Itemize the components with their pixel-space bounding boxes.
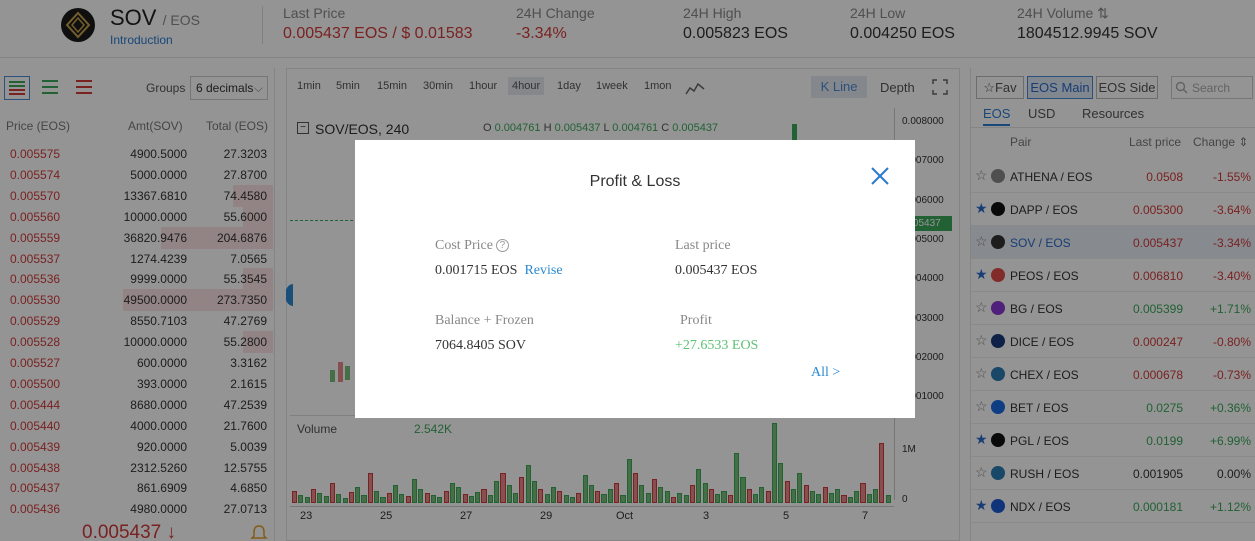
last-price-value: 0.005437 EOS: [675, 263, 758, 278]
profit-loss-dialog: Profit & Loss Cost Price? 0.001715 EOS R…: [355, 140, 915, 418]
cost-price-value: 0.001715 EOS: [435, 263, 518, 278]
cost-price-label: Cost Price?: [435, 238, 509, 254]
help-icon[interactable]: ?: [495, 239, 509, 252]
revise-link[interactable]: Revise: [524, 263, 562, 278]
close-icon[interactable]: [868, 164, 892, 188]
profit-label: Profit: [680, 313, 712, 328]
cost-price-row: 0.001715 EOS Revise: [435, 263, 563, 279]
profit-value: +27.6533 EOS: [675, 338, 759, 353]
all-link[interactable]: All >: [811, 365, 840, 381]
last-price-label: Last price: [675, 238, 731, 253]
balance-label: Balance + Frozen: [435, 313, 534, 328]
dialog-title: Profit & Loss: [589, 173, 681, 190]
balance-value: 7064.8405 SOV: [435, 338, 527, 353]
